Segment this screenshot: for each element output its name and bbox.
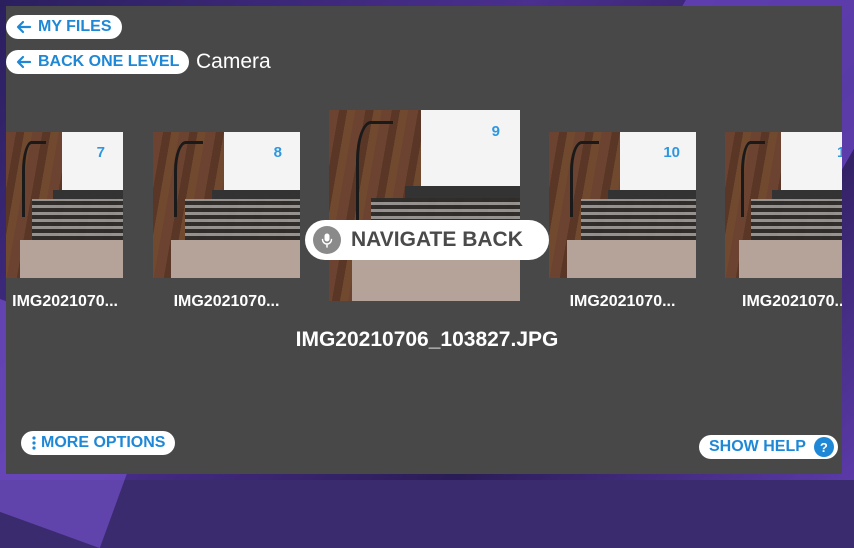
gallery-item-10[interactable]: 10 (549, 132, 696, 278)
item-label: IMG2021070... (569, 293, 676, 310)
breadcrumb: Camera (196, 50, 271, 73)
gallery-item-9-selected[interactable]: 9 (329, 110, 520, 301)
gallery-item-7[interactable]: 7 (6, 132, 123, 278)
item-label: IMG2021070... (12, 293, 118, 310)
arrow-left-icon (16, 55, 32, 69)
my-files-button[interactable]: MY FILES (6, 15, 122, 39)
back-one-level-label: BACK ONE LEVEL (38, 53, 180, 70)
back-one-level-button[interactable]: BACK ONE LEVEL (6, 50, 190, 74)
item-number: 9 (491, 123, 500, 140)
item-label: IMG2021070... (173, 293, 280, 310)
item-number: 10 (663, 144, 680, 161)
more-options-button[interactable]: MORE OPTIONS (21, 431, 176, 455)
selected-filename: IMG20210706_103827.JPG (295, 328, 559, 351)
item-number: 8 (273, 144, 282, 161)
item-number: 7 (96, 144, 105, 161)
gallery-item-8[interactable]: 8 (153, 132, 300, 278)
show-help-label: SHOW HELP (709, 438, 806, 455)
my-files-label: MY FILES (38, 18, 112, 35)
arrow-left-icon (16, 20, 32, 34)
show-help-button[interactable]: SHOW HELP ? (699, 435, 838, 459)
voice-command-hint[interactable]: NAVIGATE BACK (305, 220, 549, 260)
gallery-item-11[interactable]: 11 (725, 132, 842, 278)
photo-thumbnail (6, 132, 123, 278)
more-vertical-icon (32, 436, 36, 450)
item-label: IMG2021070... (742, 293, 842, 310)
microphone-icon (313, 226, 341, 254)
item-number: 11 (837, 144, 842, 161)
voice-command-label: NAVIGATE BACK (351, 228, 523, 251)
help-icon: ? (813, 437, 834, 457)
photo-thumbnail (725, 132, 842, 278)
more-options-label: MORE OPTIONS (41, 434, 166, 451)
